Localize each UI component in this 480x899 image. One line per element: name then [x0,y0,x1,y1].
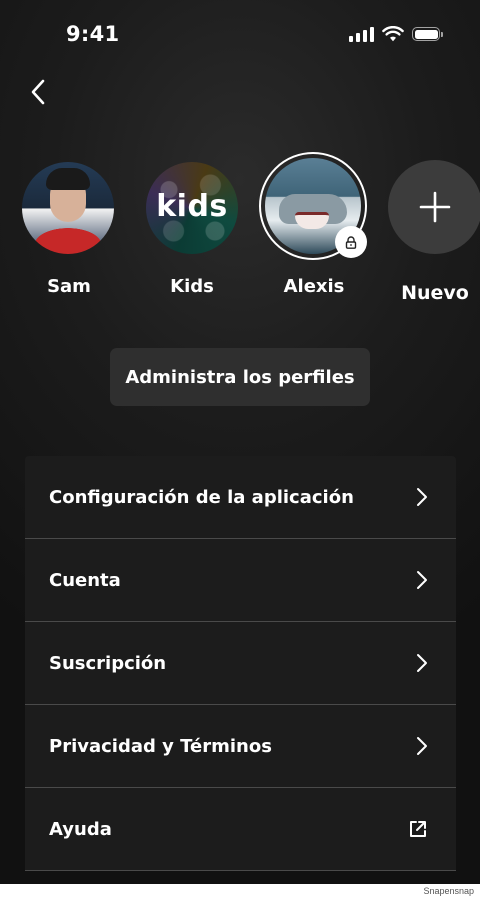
lock-badge [335,226,367,258]
menu-item-label: Cuenta [49,569,121,591]
settings-screen: 9:41 Sam kids Kids Alexis Nuevo Administ… [0,0,480,884]
chevron-left-icon [31,79,45,105]
menu-item-label: Privacidad y Términos [49,735,272,757]
profile-sam[interactable]: Sam [22,162,116,297]
signal-icon [349,26,374,42]
menu-item-label: Ayuda [49,818,112,840]
manage-profiles-button[interactable]: Administra los perfiles [110,348,370,406]
chevron-right-icon [417,571,427,589]
profile-name: Nuevo [401,282,469,304]
selected-profile-ring [259,152,367,260]
chevron-right-icon [417,737,427,755]
status-icons [349,26,443,42]
profile-alexis[interactable]: Alexis [259,152,369,297]
settings-menu: Configuración de la aplicación Cuenta Su… [25,456,456,871]
add-profile-circle [388,160,480,254]
kids-logo-text: kids [156,188,228,224]
chevron-right-icon [417,488,427,506]
menu-item-label: Suscripción [49,652,167,674]
menu-item-subscription[interactable]: Suscripción [25,622,456,705]
profile-kids[interactable]: kids Kids [146,162,238,297]
lock-icon [345,235,357,249]
external-link-icon [410,821,426,837]
menu-item-help[interactable]: Ayuda [25,788,456,871]
avatar-sam [22,162,114,254]
menu-item-label: Configuración de la aplicación [49,486,354,508]
watermark: Snapensnap [423,886,474,896]
menu-item-privacy-terms[interactable]: Privacidad y Términos [25,705,456,788]
menu-item-app-settings[interactable]: Configuración de la aplicación [25,456,456,539]
chevron-right-icon [417,654,427,672]
plus-icon [419,191,451,223]
battery-icon [412,27,443,41]
avatar-kids: kids [146,162,238,254]
menu-item-account[interactable]: Cuenta [25,539,456,622]
back-button[interactable] [20,74,56,110]
profile-name: Sam [47,276,91,297]
wifi-icon [382,26,404,42]
profile-name: Kids [170,276,214,297]
profile-name: Alexis [283,276,345,297]
status-time: 9:41 [66,22,120,46]
add-profile-button[interactable]: Nuevo [388,160,480,304]
